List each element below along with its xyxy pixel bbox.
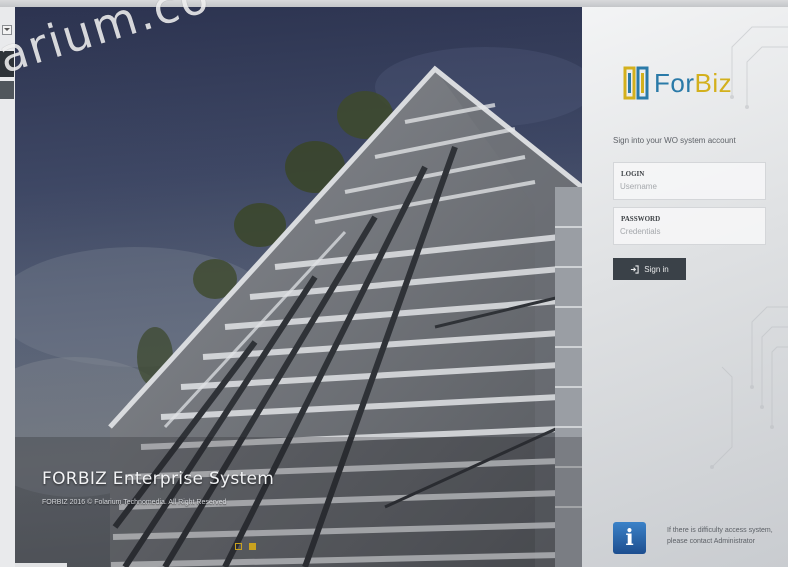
password-input[interactable]: [620, 225, 760, 237]
username-field[interactable]: LOGIN: [613, 162, 766, 200]
dropdown-arrow-icon[interactable]: [2, 25, 12, 35]
login-label: LOGIN: [621, 170, 645, 178]
sign-in-button[interactable]: Sign in: [613, 258, 686, 280]
hero-slideshow: FORBIZ Enterprise System FORBIZ 2016 © F…: [15, 7, 582, 567]
info-icon: i: [613, 522, 646, 554]
background-page-edge: [0, 7, 16, 567]
slide-dot[interactable]: [235, 543, 242, 550]
logo-text-suffix: Biz: [694, 67, 733, 98]
help-text: If there is difficulty access system, pl…: [667, 525, 788, 547]
password-field[interactable]: PASSWORD: [613, 207, 766, 245]
background-nav-block: [0, 51, 14, 77]
password-label: PASSWORD: [621, 215, 661, 223]
login-subtitle: Sign into your WO system account: [613, 136, 736, 145]
copyright-text: FORBIZ 2016 © Folarium Technomedia. All …: [42, 499, 227, 506]
sign-in-label: Sign in: [644, 264, 669, 274]
background-nav-block: [0, 81, 14, 99]
login-panel: ForBiz Sign into your WO system account …: [582, 7, 788, 567]
hero-title: FORBIZ Enterprise System: [42, 469, 275, 489]
forbiz-logo: ForBiz: [622, 65, 732, 101]
help-text-line2: please contact Administrator: [667, 538, 755, 545]
background-tab: [15, 563, 67, 567]
help-text-line1: If there is difficulty access system,: [667, 527, 773, 534]
window-top-strip: [0, 0, 788, 7]
slide-dot-active[interactable]: [249, 543, 256, 550]
logo-text-prefix: For: [654, 67, 695, 98]
slide-indicators: [235, 543, 256, 550]
username-input[interactable]: [620, 180, 760, 192]
sign-in-icon: [631, 264, 639, 274]
logo-text: ForBiz: [654, 68, 732, 99]
forbiz-logo-icon: [623, 66, 649, 100]
